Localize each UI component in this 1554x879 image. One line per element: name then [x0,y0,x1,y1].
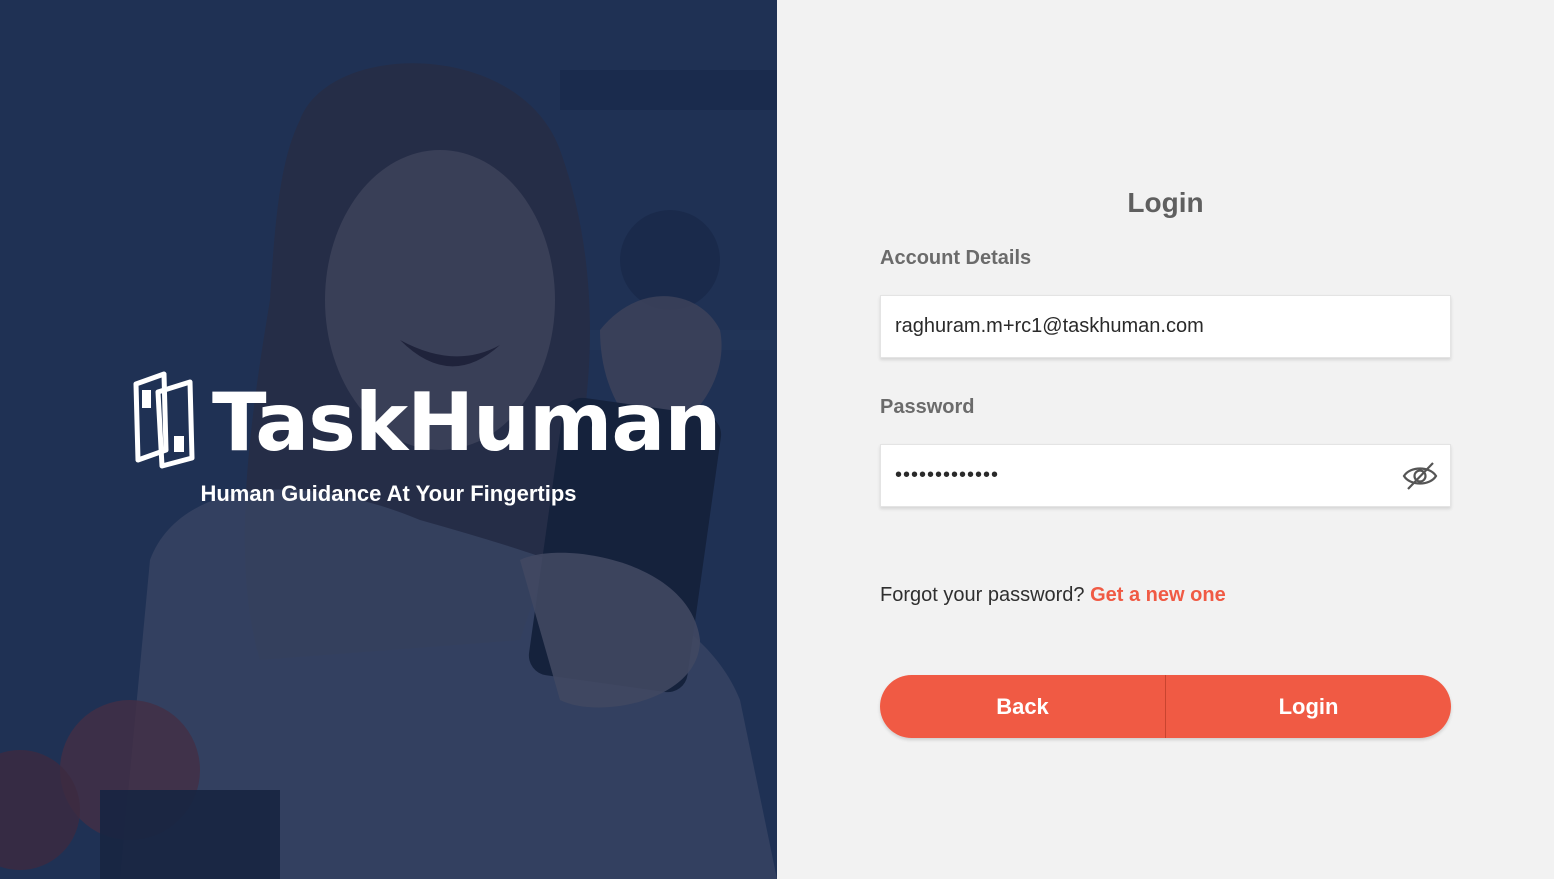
eye-off-icon[interactable] [1402,460,1438,492]
login-panel: Login Account Details Password Forgot yo… [777,0,1554,879]
tagline: Human Guidance At Your Fingertips [200,481,577,506]
email-field-container [880,295,1451,358]
get-new-password-link[interactable]: Get a new one [1090,584,1226,606]
login-page: TaskHuman Human Guidance At Your Fingert… [0,0,1554,879]
password-field[interactable] [881,445,1450,506]
back-button[interactable]: Back [880,675,1166,738]
password-label: Password [880,396,975,418]
taskhuman-logo-icon [128,370,200,475]
login-title: Login [1127,187,1204,218]
login-button[interactable]: Login [1166,675,1451,738]
forgot-password-text: Forgot your password? [880,584,1091,606]
brand-logo: TaskHuman [128,370,721,475]
forgot-password-row: Forgot your password? Get a new one [880,584,1226,607]
brand-name: TaskHuman [212,375,721,469]
password-field-container [880,444,1451,507]
email-field[interactable] [881,296,1450,357]
action-buttons: Back Login [880,675,1451,738]
hero-panel: TaskHuman Human Guidance At Your Fingert… [0,0,777,879]
account-details-label: Account Details [880,247,1032,269]
